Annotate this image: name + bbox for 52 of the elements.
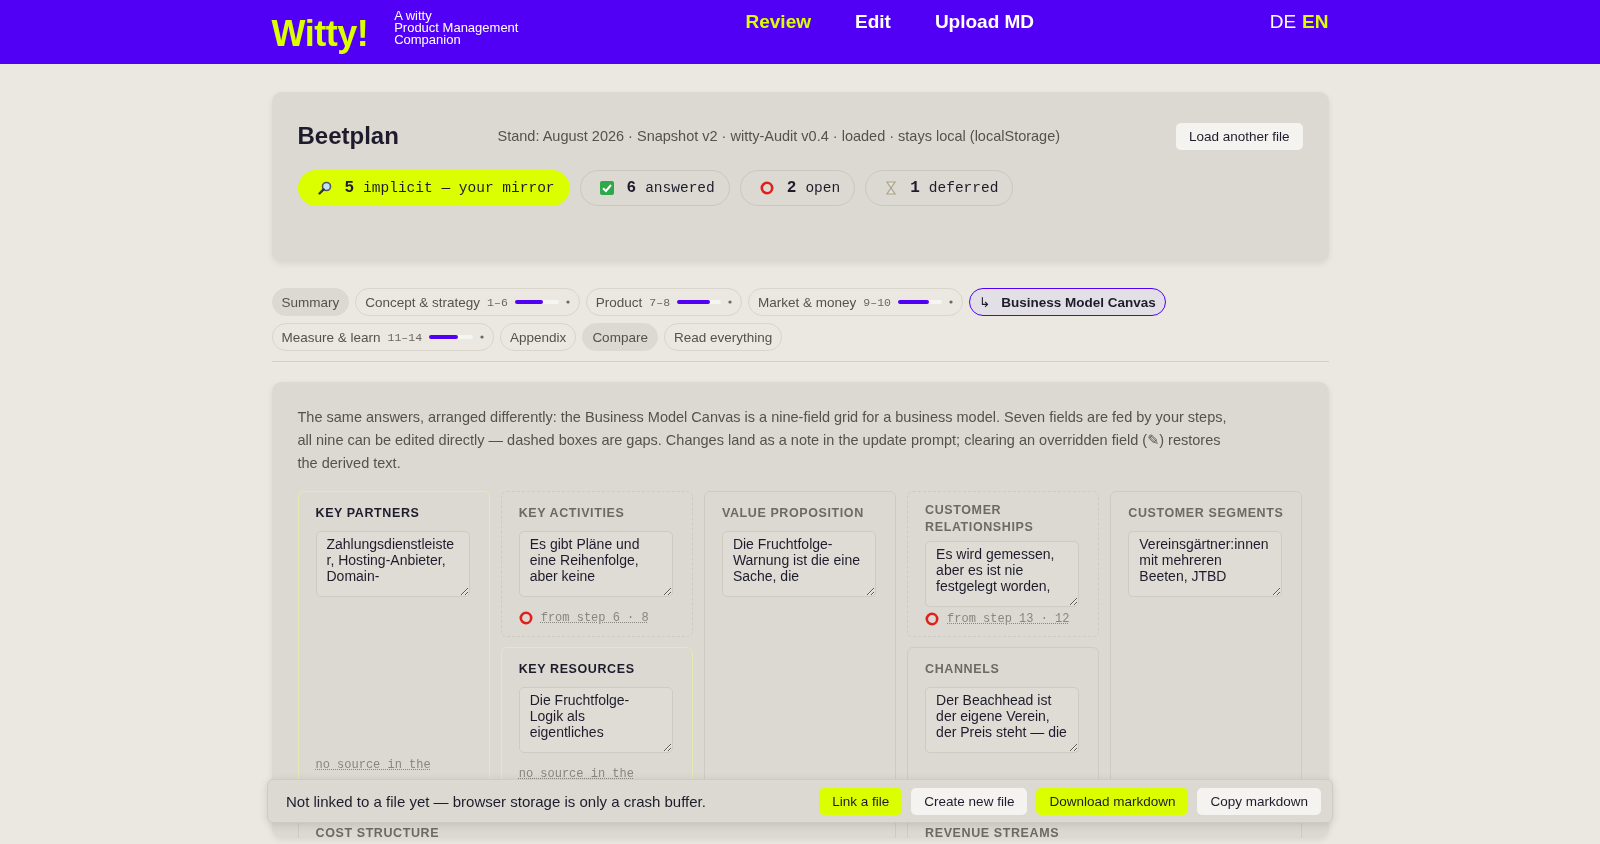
- field-title: COST STRUCTURE: [315, 826, 441, 838]
- tagline: Companion: [394, 34, 461, 46]
- source-note: from step 13 · 12: [947, 612, 1070, 626]
- file-action-button[interactable]: Link a file: [819, 787, 903, 815]
- counter-pill[interactable]: 5 implicit — your mirror: [297, 170, 570, 206]
- field-title: VALUE PROPOSITION: [721, 505, 865, 522]
- field-title: REVENUE STREAMS: [925, 826, 1061, 838]
- nav-link[interactable]: Upload MD: [934, 11, 1035, 33]
- language-link[interactable]: DE: [1269, 11, 1297, 33]
- logo[interactable]: Witty!: [271, 13, 369, 55]
- hourglass-icon: [885, 181, 898, 195]
- section-tab[interactable]: Compare: [582, 323, 658, 351]
- section-tab[interactable]: Summary: [271, 288, 350, 316]
- file-status-text: Not linked to a file yet — browser storage is only a crash buffer.: [286, 792, 707, 810]
- field-textarea[interactable]: Die Fruchtfolge-Logik als eigentliches: [518, 687, 673, 753]
- nav-link[interactable]: Review: [745, 11, 811, 33]
- dropdown-icon: [728, 300, 733, 304]
- field-title: CHANNELS: [925, 661, 1001, 678]
- checkbox-icon: [599, 181, 614, 195]
- field-title: CUSTOMER SEGMENTS: [1128, 505, 1285, 522]
- language-link[interactable]: EN: [1302, 11, 1329, 33]
- intro-text: The same answers, arranged differently: the Business Model Canvas is a nine-field grid for a business model. Seven fields are fed by your steps, all nine can be edited directly — dashed boxes are gaps. Changes land as a note in the update prompt; clearing an overridden field (✎) restores the derived text.: [297, 408, 1228, 473]
- field-textarea[interactable]: Die Fruchtfolge-Warnung ist die eine Sache, die: [721, 531, 876, 597]
- nav-link[interactable]: Edit: [855, 11, 891, 33]
- field-title: KEY PARTNERS: [315, 505, 421, 522]
- field-textarea[interactable]: Es wird gemessen, aber es ist nie festgelegt worden,: [925, 541, 1080, 607]
- field-title: KEY ACTIVITIES: [518, 505, 626, 522]
- dropdown-icon: [480, 335, 485, 339]
- field-title: CUSTOMER RELATIONSHIPS: [925, 502, 1035, 536]
- file-action-button[interactable]: Create new file: [911, 787, 1028, 815]
- source-note: from step 6 · 8: [540, 611, 649, 625]
- field-textarea[interactable]: Vereinsgärtner:innen mit mehreren Beeten, JTBD: [1128, 531, 1283, 597]
- file-action-button[interactable]: Copy markdown: [1197, 787, 1321, 815]
- project-title: Beetplan: [297, 122, 400, 150]
- circle-icon: [759, 181, 774, 195]
- search-icon: [317, 181, 332, 195]
- tagline: Product Management: [394, 22, 519, 34]
- project-meta: Stand: August 2026 · Snapshot v2 · witty-Audit v0.4 · loaded · stays local (localStorage): [497, 128, 1062, 144]
- source-note: no source in the: [518, 767, 634, 781]
- circle-icon: [925, 612, 940, 626]
- source-note: no source in the: [315, 758, 431, 772]
- dropdown-icon: [948, 300, 953, 304]
- field-textarea[interactable]: Der Beachhead ist der eigene Verein, der Preis steht — die: [925, 687, 1080, 753]
- field-textarea[interactable]: Es gibt Pläne und eine Reihenfolge, aber keine: [518, 531, 673, 597]
- tagline: A witty: [394, 10, 433, 22]
- field-title: KEY RESOURCES: [518, 661, 636, 678]
- file-action-button[interactable]: Download markdown: [1036, 787, 1189, 815]
- circle-icon: [518, 611, 533, 625]
- load-file-button[interactable]: Load another file: [1175, 122, 1303, 150]
- field-textarea[interactable]: Zahlungsdienstleister, Hosting-Anbieter, Domain-: [315, 531, 470, 597]
- dropdown-icon: [565, 300, 570, 304]
- section-tab[interactable]: ↳ Business Model Canvas: [968, 288, 1166, 316]
